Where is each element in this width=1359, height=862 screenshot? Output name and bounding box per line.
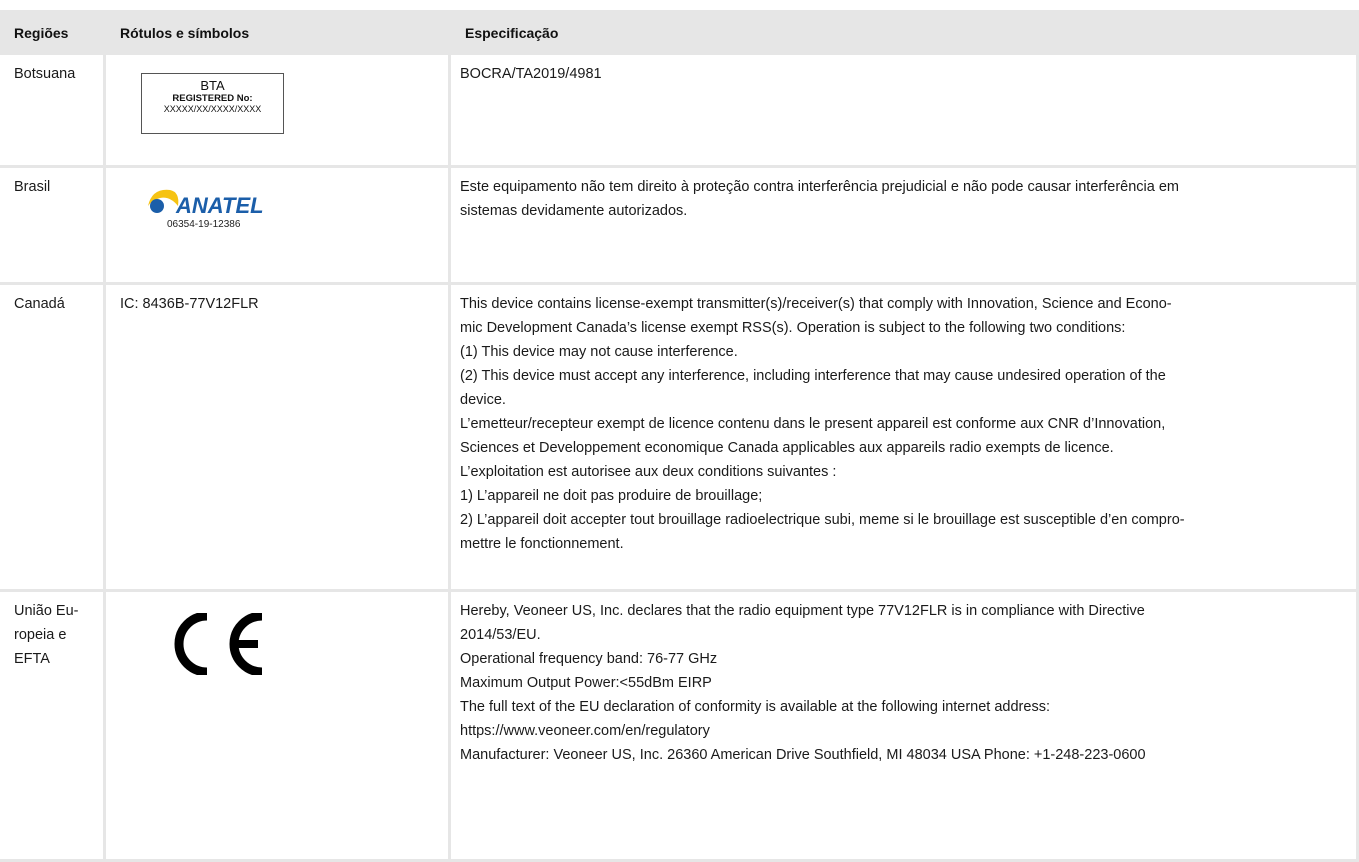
spec-line: The full text of the EU declaration of c… (460, 699, 1050, 715)
spec-line: BOCRA/TA2019/4981 (460, 66, 602, 82)
column-header-region: Regiões (0, 10, 106, 55)
table-row-botswana: Botsuana BTA REGISTERED No: XXXXX/XX/XXX… (0, 55, 1359, 168)
bta-registration-badge: BTA REGISTERED No: XXXXX/XX/XXXX/XXXX (141, 73, 284, 134)
spec-line: Este equipamento não tem direito à prote… (460, 179, 1179, 195)
spec-line: device. (460, 392, 506, 408)
ic-certification-number: IC: 8436B-77V12FLR (120, 296, 259, 312)
spec-line: L’emetteur/recepteur exempt de licence c… (460, 416, 1166, 432)
table-row-brazil: Brasil ANATEL 06354-19-12386 Este equipa… (0, 168, 1359, 285)
spec-line: (2) This device must accept any interfer… (460, 368, 1166, 384)
spec-line: https://www.veoneer.com/en/regulatory (460, 723, 710, 739)
spec-line: This device contains license-exempt tran… (460, 296, 1172, 312)
bta-registration-number: XXXXX/XX/XXXX/XXXX (163, 104, 262, 114)
ce-mark-icon (174, 613, 263, 675)
spec-cell: Hereby, Veoneer US, Inc. declares that t… (451, 592, 1359, 862)
spec-line: Sciences et Developpement economique Can… (460, 440, 1114, 456)
table-header-row: Regiões Rótulos e símbolos Especificação (0, 10, 1359, 55)
spec-line: Maximum Output Power:<55dBm EIRP (460, 675, 712, 691)
label-cell (106, 592, 451, 862)
spec-line: Manufacturer: Veoneer US, Inc. 26360 Ame… (460, 747, 1146, 763)
region-name: União Eu- (14, 603, 79, 619)
region-name: ropeia e (14, 627, 67, 643)
table-row-eu-efta: União Eu- ropeia e EFTA Hereby, Veoneer … (0, 592, 1359, 862)
label-cell: ANATEL 06354-19-12386 (106, 168, 451, 285)
label-cell: IC: 8436B-77V12FLR (106, 285, 451, 592)
anatel-logo-icon: ANATEL (148, 189, 264, 216)
region-name: Canadá (14, 296, 65, 312)
region-name: EFTA (14, 651, 50, 667)
anatel-label: ANATEL 06354-19-12386 (146, 184, 296, 231)
spec-line: sistemas devidamente autorizados. (460, 203, 688, 219)
anatel-certificate-number: 06354-19-12386 (167, 219, 241, 230)
region-cell: Botsuana (0, 55, 106, 168)
spec-line: Hereby, Veoneer US, Inc. declares that t… (460, 603, 1145, 619)
spec-line: 1) L’appareil ne doit pas produire de br… (460, 488, 763, 504)
spec-cell: BOCRA/TA2019/4981 (451, 55, 1359, 168)
spec-line: mettre le fonctionnement. (460, 536, 624, 552)
spec-line: Operational frequency band: 76-77 GHz (460, 651, 718, 667)
spec-cell: This device contains license-exempt tran… (451, 285, 1359, 592)
bta-title: BTA (200, 78, 225, 93)
label-cell: BTA REGISTERED No: XXXXX/XX/XXXX/XXXX (106, 55, 451, 168)
bta-registered-label: REGISTERED No: (172, 93, 253, 104)
region-name: Botsuana (14, 66, 76, 82)
spec-line: 2014/53/EU. (460, 627, 541, 643)
column-header-labels: Rótulos e símbolos (106, 10, 451, 55)
column-header-spec: Especificação (451, 10, 1359, 55)
region-cell: Brasil (0, 168, 106, 285)
anatel-brand-text: ANATEL (175, 193, 264, 216)
spec-line: 2) L’appareil doit accepter tout brouill… (460, 512, 1185, 528)
spec-line: (1) This device may not cause interferen… (460, 344, 738, 360)
region-cell: Canadá (0, 285, 106, 592)
regulatory-table-page: Regiões Rótulos e símbolos Especificação… (0, 10, 1359, 862)
region-cell: União Eu- ropeia e EFTA (0, 592, 106, 862)
spec-cell: Este equipamento não tem direito à prote… (451, 168, 1359, 285)
spec-line: mic Development Canada’s license exempt … (460, 320, 1126, 336)
table-row-canada: Canadá IC: 8436B-77V12FLR This device co… (0, 285, 1359, 592)
spec-line: L’exploitation est autorisee aux deux co… (460, 464, 837, 480)
regulatory-table: Regiões Rótulos e símbolos Especificação… (0, 10, 1359, 862)
region-name: Brasil (14, 179, 51, 195)
